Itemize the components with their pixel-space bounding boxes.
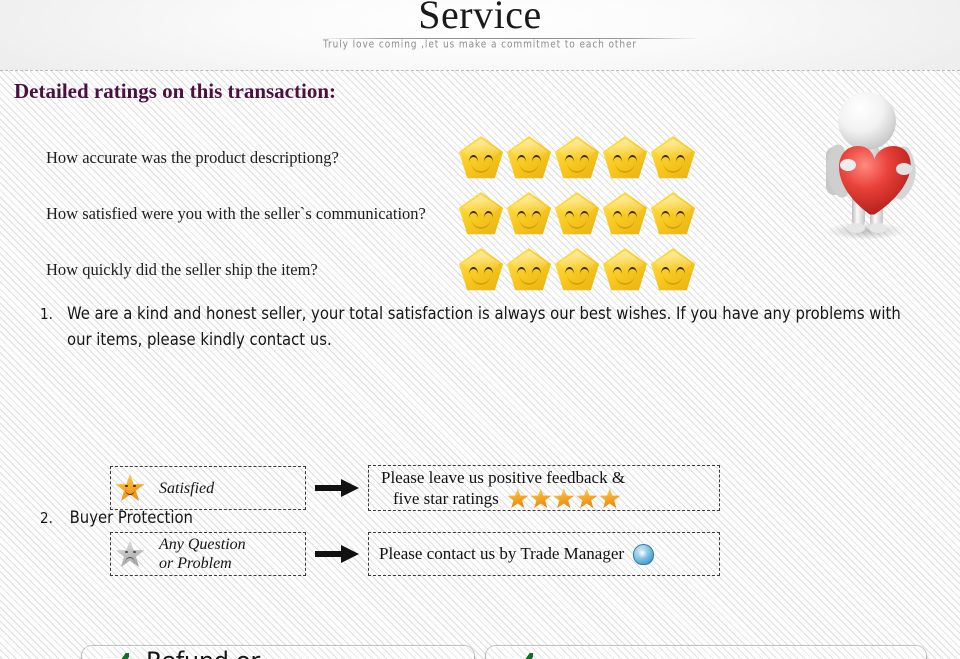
happy-star-icon xyxy=(115,474,145,503)
smiling-star-icon xyxy=(458,136,504,180)
page-header: Service Truly love coming ,let us make a… xyxy=(0,0,960,70)
smiling-star-icon xyxy=(650,192,696,236)
page-subtitle: Truly love coming ,let us make a commitm… xyxy=(322,39,638,51)
orange-star-icon xyxy=(599,488,621,509)
list-text: We are a kind and honest seller, your to… xyxy=(67,304,901,349)
section-heading: Detailed ratings on this transaction: xyxy=(14,79,336,103)
orange-star-icon xyxy=(553,488,575,509)
smiling-star-icon xyxy=(554,248,600,292)
flow-condition-box: Satisfied xyxy=(110,466,306,510)
list-number: 1. xyxy=(40,305,53,323)
smiling-star-icon xyxy=(506,192,552,236)
smiling-star-icon xyxy=(506,136,552,180)
rating-row: How satisfied were you with the seller`s… xyxy=(46,186,706,242)
star-rating-group xyxy=(458,136,696,180)
page-body: Detailed ratings on this transaction: Ho… xyxy=(0,70,960,659)
list-text: Buyer Protection xyxy=(69,508,193,527)
flow-condition-line1: Any Question xyxy=(159,536,246,553)
smiling-star-icon xyxy=(650,136,696,180)
policy-item-2: 2. Buyer Protection xyxy=(40,508,193,527)
star-rating-group xyxy=(458,248,696,292)
flow-action-line1: Please leave us positive feedback & xyxy=(381,468,626,487)
rating-question: How accurate was the product description… xyxy=(46,148,339,167)
flow-condition-box: Any Question or Problem xyxy=(110,532,306,576)
orange-star-icon xyxy=(530,488,552,509)
arrow-right-icon xyxy=(306,479,368,497)
orange-star-icon xyxy=(507,488,529,509)
smiling-star-icon xyxy=(602,192,648,236)
flow-action-line1: Please contact us by Trade Manager xyxy=(379,544,625,563)
flow-condition-label: Satisfied xyxy=(159,479,215,497)
flow-condition-label: Any Question or Problem xyxy=(159,535,246,573)
flow-action-box: Please leave us positive feedback & five… xyxy=(368,465,720,511)
rating-row: How quickly did the seller ship the item… xyxy=(46,242,706,298)
3d-figure-holding-heart-icon xyxy=(808,81,936,241)
smiling-star-icon xyxy=(506,248,552,292)
flow-action-box: Please contact us by Trade Manager xyxy=(368,532,720,576)
smiling-star-icon xyxy=(602,136,648,180)
protection-title: Refund or Keep xyxy=(146,647,315,659)
protection-banner-full-refund: Full Refund if you don't receive your or… xyxy=(486,646,926,659)
five-star-icons xyxy=(507,488,621,509)
trade-manager-icon[interactable] xyxy=(633,543,655,565)
star-rating-group xyxy=(458,192,696,236)
smiling-star-icon xyxy=(602,248,648,292)
flow-action-line2: five star ratings xyxy=(393,489,499,508)
flow-row-problem: Any Question or Problem Please contact u… xyxy=(110,532,720,576)
smiling-star-icon xyxy=(650,248,696,292)
policy-item-1: 1. We are a kind and honest seller, your… xyxy=(40,301,910,353)
flow-condition-line2: or Problem xyxy=(159,555,232,572)
smiling-star-icon xyxy=(458,192,504,236)
service-page: Service Truly love coming ,let us make a… xyxy=(0,0,960,659)
list-number: 2. xyxy=(40,509,53,527)
orange-star-icon xyxy=(576,488,598,509)
arrow-right-icon xyxy=(306,545,368,563)
smiling-star-icon xyxy=(554,136,600,180)
flow-row-satisfied: Satisfied Please leave us positive feedb… xyxy=(110,465,720,511)
sad-star-icon xyxy=(115,540,145,569)
rating-question: How quickly did the seller ship the item… xyxy=(46,260,318,279)
smiling-star-icon xyxy=(458,248,504,292)
protection-banner-refund-or-keep: Refund or Keep items not as described xyxy=(82,646,474,659)
rating-row: How accurate was the product description… xyxy=(46,130,706,186)
rating-question: How satisfied were you with the seller`s… xyxy=(46,204,426,223)
page-title: Service xyxy=(418,0,542,37)
smiling-star-icon xyxy=(554,192,600,236)
